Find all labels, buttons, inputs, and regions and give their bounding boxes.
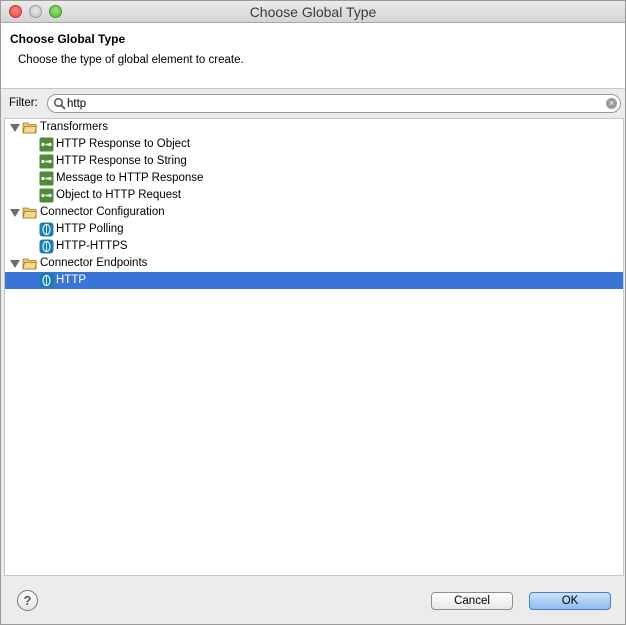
cancel-button[interactable]: Cancel: [431, 592, 513, 610]
transformer-icon: [39, 188, 54, 203]
transformer-icon: [39, 137, 54, 152]
tree-item-row[interactable]: HTTP-HTTPS: [5, 238, 623, 255]
filter-label: Filter:: [9, 97, 38, 109]
dialog-header: Choose Global Type Choose the type of gl…: [1, 23, 625, 89]
http-connector-icon: [39, 222, 54, 237]
expanded-triangle-icon[interactable]: [10, 124, 20, 132]
tree-item-label: HTTP: [56, 274, 87, 286]
transformer-icon: [39, 154, 54, 169]
tree-item-label: HTTP-HTTPS: [56, 240, 128, 252]
tree-item-row[interactable]: Object to HTTP Request: [5, 187, 623, 204]
tree-item-label: Message to HTTP Response: [56, 172, 204, 184]
transformer-icon: [39, 171, 54, 186]
header-description: Choose the type of global element to cre…: [18, 54, 244, 66]
tree-item-label: HTTP Polling: [56, 223, 124, 235]
search-icon: [53, 97, 66, 110]
help-icon[interactable]: ?: [17, 590, 38, 611]
tree-item-row[interactable]: HTTP Response to Object: [5, 136, 623, 153]
expanded-triangle-icon[interactable]: [10, 209, 20, 217]
tree-item-label: HTTP Response to Object: [56, 138, 191, 150]
window-title: Choose Global Type: [249, 4, 377, 20]
tree-item-label: HTTP Response to String: [56, 155, 187, 167]
folder-open-icon: [22, 205, 38, 220]
global-type-tree[interactable]: Transformers HTTP Response to Object HTTP …: [4, 118, 624, 576]
tree-item-row[interactable]: HTTP: [5, 272, 623, 289]
filter-search-field[interactable]: ×: [47, 94, 621, 113]
tree-group-row[interactable]: Connector Endpoints: [5, 255, 623, 272]
tree-item-row[interactable]: HTTP Response to String: [5, 153, 623, 170]
expanded-triangle-icon[interactable]: [10, 260, 20, 268]
ok-button[interactable]: OK: [529, 592, 611, 610]
tree-group-label: Transformers: [40, 121, 108, 133]
tree-group-row[interactable]: Transformers: [5, 119, 623, 136]
header-title: Choose Global Type: [10, 32, 126, 46]
title-bar: Choose Global Type: [1, 1, 625, 23]
tree-group-label: Connector Endpoints: [40, 257, 148, 269]
http-connector-icon: [39, 239, 54, 254]
http-connector-icon: [39, 273, 54, 288]
tree-group-label: Connector Configuration: [40, 206, 165, 218]
choose-global-type-dialog: Choose Global Type Choose Global Type Ch…: [0, 0, 626, 625]
tree-item-row[interactable]: HTTP Polling: [5, 221, 623, 238]
tree-item-label: Object to HTTP Request: [56, 189, 182, 201]
folder-open-icon: [22, 256, 38, 271]
filter-input[interactable]: [67, 96, 597, 111]
clear-filter-icon[interactable]: ×: [606, 98, 617, 109]
folder-open-icon: [22, 120, 38, 135]
tree-group-row[interactable]: Connector Configuration: [5, 204, 623, 221]
tree-item-row[interactable]: Message to HTTP Response: [5, 170, 623, 187]
